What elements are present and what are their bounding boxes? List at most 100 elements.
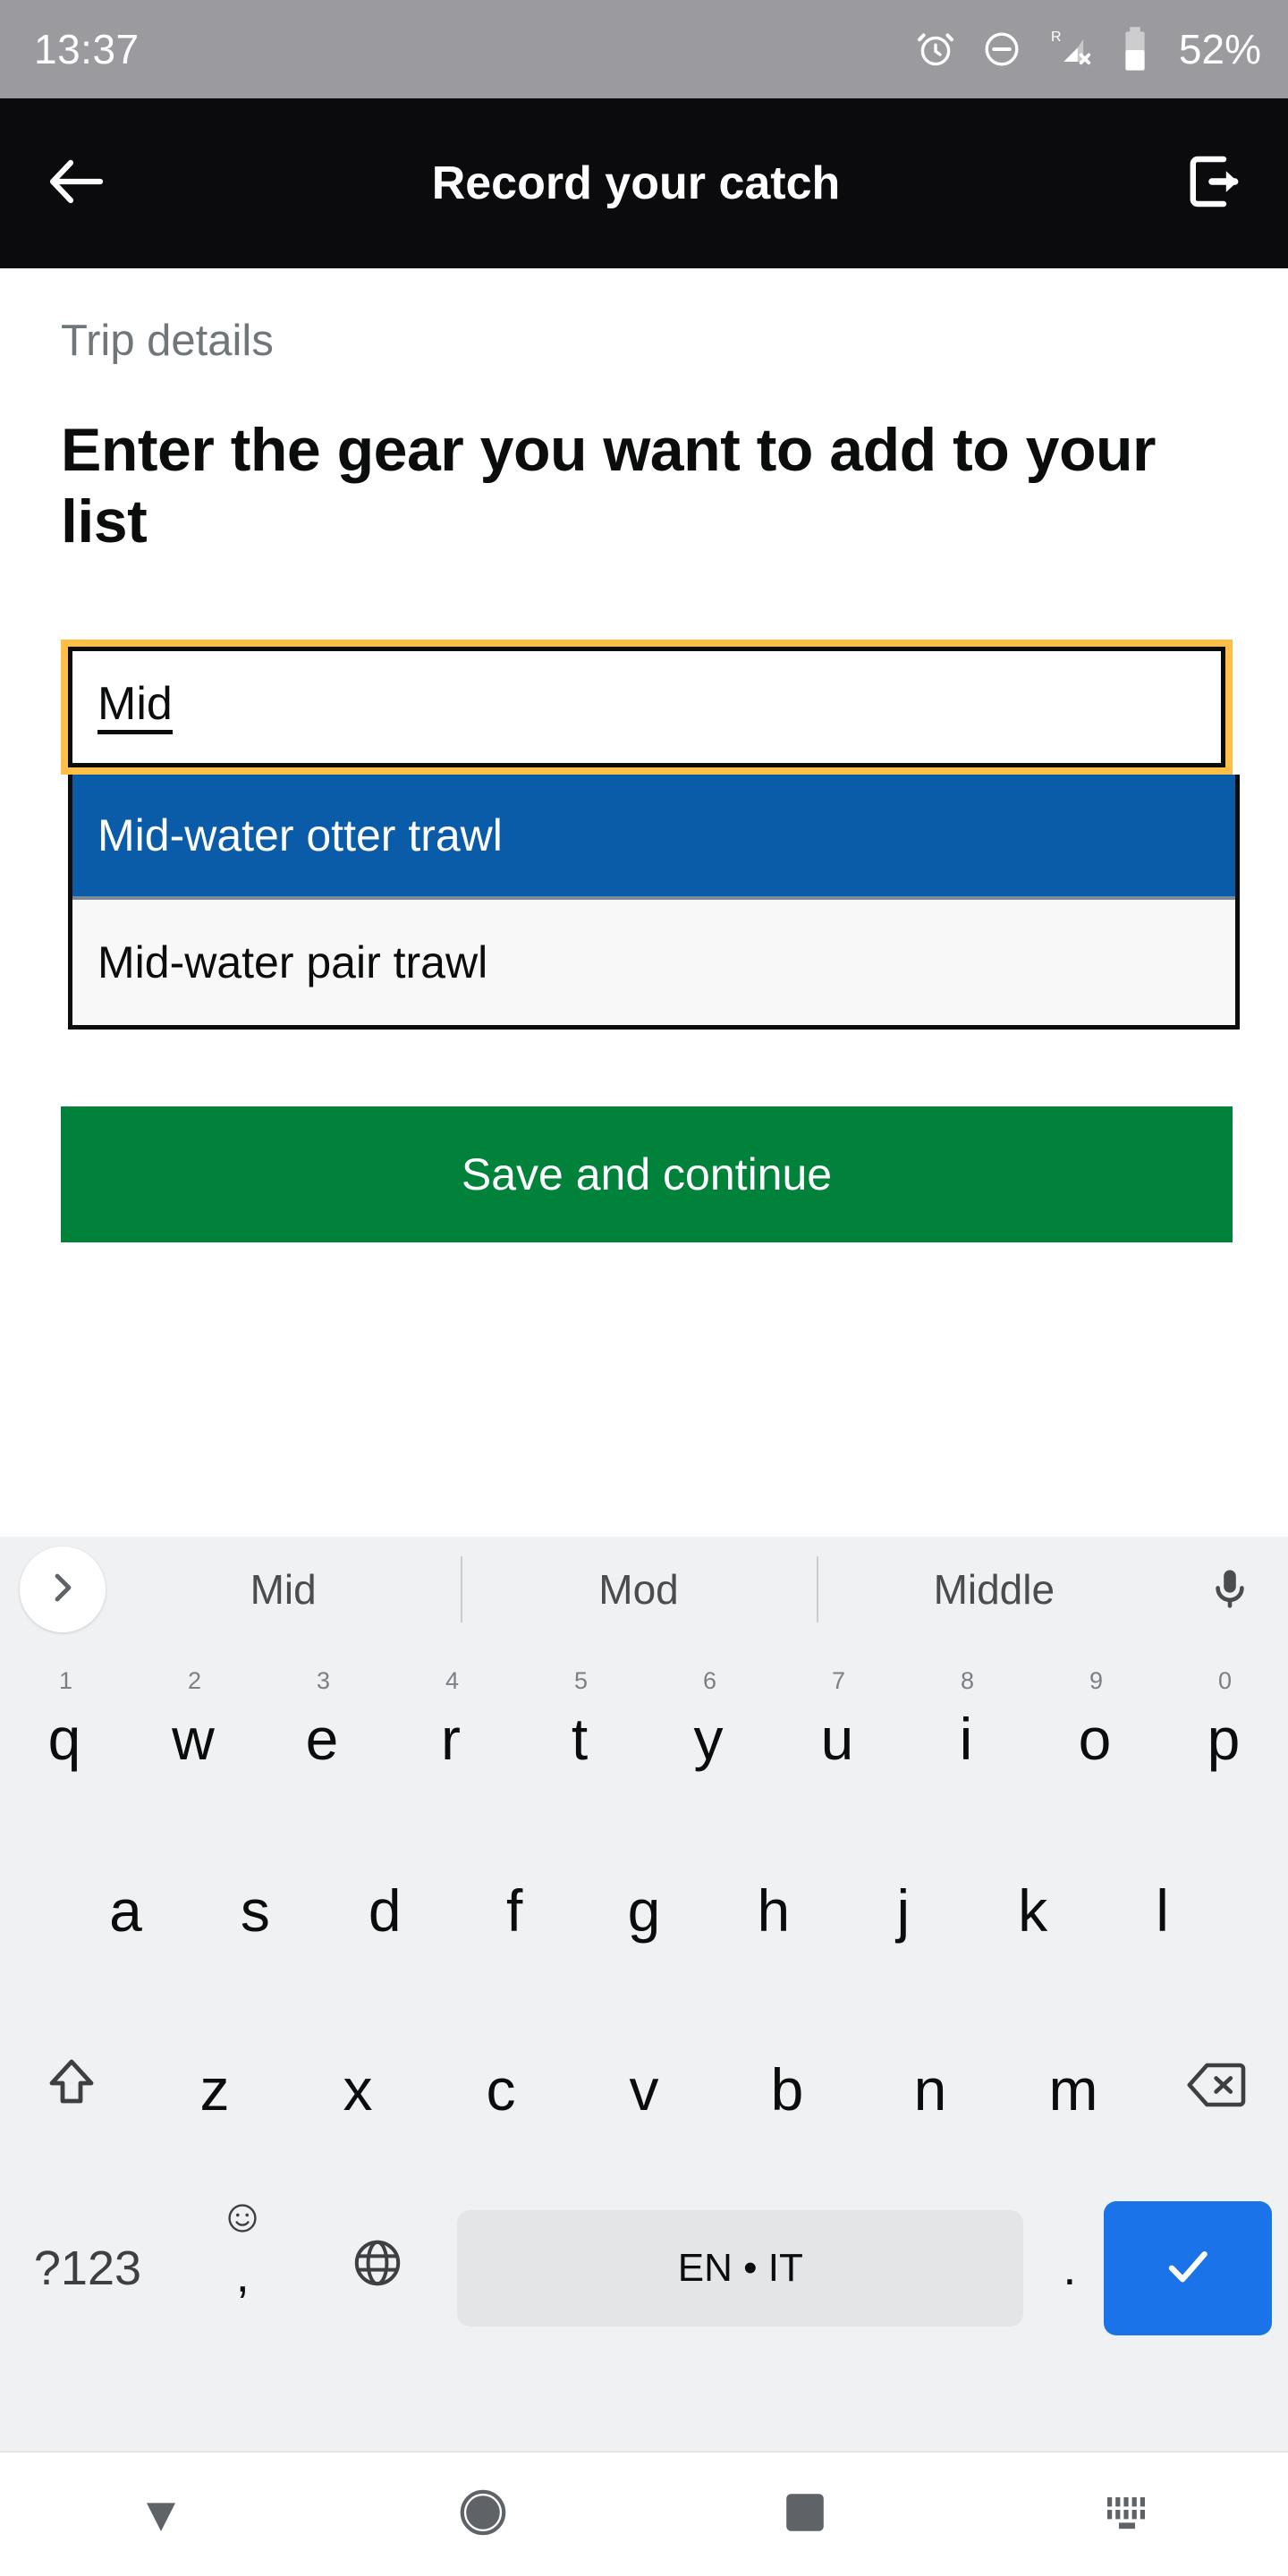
candidate-0[interactable]: Mid	[106, 1537, 461, 1642]
key-j[interactable]: j	[838, 1821, 968, 2000]
candidate-list: Mid Mod Middle	[106, 1537, 1172, 1642]
key-y[interactable]: 6y	[644, 1642, 773, 1821]
gear-autocomplete: Mid Mid-water otter trawl Mid-water pair…	[61, 640, 1240, 1030]
key-q[interactable]: 1q	[0, 1642, 129, 1821]
signal-no-service-icon: R	[1046, 26, 1097, 72]
suggestion-option-1[interactable]: Mid-water pair trawl	[72, 900, 1235, 1025]
key-i[interactable]: 8i	[902, 1642, 1030, 1821]
key-m[interactable]: m	[1002, 2000, 1145, 2179]
key-k[interactable]: k	[968, 1821, 1097, 2000]
key-u[interactable]: 7u	[773, 1642, 902, 1821]
shift-key[interactable]	[0, 2000, 143, 2179]
key-y-number: 6	[703, 1667, 717, 1694]
square-icon	[782, 2489, 828, 2540]
key-r[interactable]: 4r	[386, 1642, 515, 1821]
key-a[interactable]: a	[61, 1821, 191, 2000]
key-f[interactable]: f	[450, 1821, 580, 2000]
key-w-label: w	[172, 1706, 215, 1772]
page-title: Record your catch	[431, 157, 841, 209]
key-p-label: p	[1207, 1706, 1241, 1772]
suggestion-list: Mid-water otter trawl Mid-water pair tra…	[68, 775, 1240, 1030]
key-o-number: 9	[1089, 1667, 1104, 1694]
key-r-label: r	[441, 1706, 461, 1772]
check-icon	[1160, 2239, 1216, 2299]
voice-input-button[interactable]	[1172, 1564, 1288, 1615]
chevron-right-icon	[44, 1569, 81, 1611]
nav-back-button[interactable]	[0, 2487, 322, 2543]
key-d[interactable]: d	[320, 1821, 450, 2000]
key-z[interactable]: z	[143, 2000, 286, 2179]
backspace-icon	[1185, 2055, 1248, 2123]
key-p[interactable]: 0p	[1159, 1642, 1288, 1821]
key-n[interactable]: n	[859, 2000, 1002, 2179]
alarm-icon	[914, 28, 957, 71]
symbols-key[interactable]: ?123	[0, 2179, 175, 2358]
key-o-label: o	[1078, 1706, 1112, 1772]
microphone-icon	[1207, 1564, 1253, 1615]
comma-key[interactable]: ,	[175, 2179, 310, 2358]
key-b[interactable]: b	[716, 2000, 859, 2179]
period-key[interactable]: .	[1036, 2179, 1103, 2358]
arrow-left-icon	[45, 152, 109, 216]
key-g[interactable]: g	[580, 1821, 709, 2000]
nav-keyboard-switch-button[interactable]	[966, 2492, 1288, 2538]
key-l[interactable]: l	[1097, 1821, 1227, 2000]
status-icons: R 52%	[914, 25, 1261, 73]
key-r-number: 4	[445, 1667, 460, 1694]
battery-percent-label: 52%	[1178, 26, 1261, 72]
key-e[interactable]: 3e	[258, 1642, 386, 1821]
key-w[interactable]: 2w	[129, 1642, 258, 1821]
expand-candidates-button[interactable]	[20, 1546, 106, 1632]
nav-home-button[interactable]	[322, 2487, 644, 2543]
key-u-number: 7	[832, 1667, 846, 1694]
keyboard-suggestion-strip: Mid Mod Middle	[0, 1537, 1288, 1642]
backspace-key[interactable]	[1145, 2000, 1288, 2179]
key-h[interactable]: h	[708, 1821, 838, 2000]
key-t-number: 5	[574, 1667, 589, 1694]
key-q-label: q	[47, 1706, 81, 1772]
keyboard-row-2: a s d f g h j k l	[0, 1821, 1288, 2000]
triangle-down-icon	[135, 2487, 187, 2543]
suggestion-option-0[interactable]: Mid-water otter trawl	[72, 775, 1235, 901]
comma-key-label: ,	[235, 2249, 250, 2302]
section-caption: Trip details	[61, 317, 274, 365]
key-x[interactable]: x	[286, 2000, 429, 2179]
save-and-continue-button[interactable]: Save and continue	[61, 1106, 1233, 1243]
key-i-label: i	[959, 1706, 973, 1772]
status-bar: 13:37 R 52%	[0, 0, 1288, 98]
keyboard-switch-icon	[1102, 2492, 1152, 2538]
candidate-1[interactable]: Mod	[461, 1537, 816, 1642]
key-c[interactable]: c	[429, 2000, 572, 2179]
keyboard-row-3: z x c v b n m	[0, 2000, 1288, 2179]
spacebar[interactable]: EN • IT	[457, 2210, 1024, 2326]
key-s[interactable]: s	[191, 1821, 320, 2000]
key-e-number: 3	[317, 1667, 331, 1694]
key-p-number: 0	[1218, 1667, 1233, 1694]
circle-icon	[457, 2487, 509, 2543]
system-navigation-bar	[0, 2451, 1288, 2576]
key-o[interactable]: 9o	[1030, 1642, 1159, 1821]
keyboard-row-1: 1q 2w 3e 4r 5t 6y 7u 8i 9o 0p	[0, 1642, 1288, 1821]
sign-out-button[interactable]	[1161, 148, 1247, 219]
battery-icon	[1120, 26, 1150, 72]
page-content: Trip details Enter the gear you want to …	[0, 268, 1288, 1528]
do-not-disturb-icon	[980, 28, 1023, 71]
key-q-number: 1	[59, 1667, 73, 1694]
gear-input[interactable]: Mid	[68, 647, 1225, 768]
roaming-label: R	[1051, 30, 1062, 45]
globe-icon	[351, 2236, 404, 2301]
sign-out-icon	[1181, 148, 1247, 219]
app-header: Record your catch	[0, 98, 1288, 268]
on-screen-keyboard: Mid Mod Middle 1q 2w 3e 4r 5t 6y 7u 8i 9…	[0, 1537, 1288, 2451]
key-e-label: e	[305, 1706, 339, 1772]
key-t[interactable]: 5t	[515, 1642, 644, 1821]
shift-arrow-up-icon	[43, 2055, 100, 2125]
gear-input-focus-ring: Mid	[61, 640, 1233, 775]
enter-key[interactable]	[1103, 2201, 1272, 2335]
status-clock: 13:37	[34, 26, 140, 72]
language-switch-key[interactable]	[310, 2179, 445, 2358]
candidate-2[interactable]: Middle	[816, 1537, 1172, 1642]
nav-recents-button[interactable]	[644, 2489, 966, 2540]
key-i-number: 8	[961, 1667, 975, 1694]
key-v[interactable]: v	[572, 2000, 716, 2179]
